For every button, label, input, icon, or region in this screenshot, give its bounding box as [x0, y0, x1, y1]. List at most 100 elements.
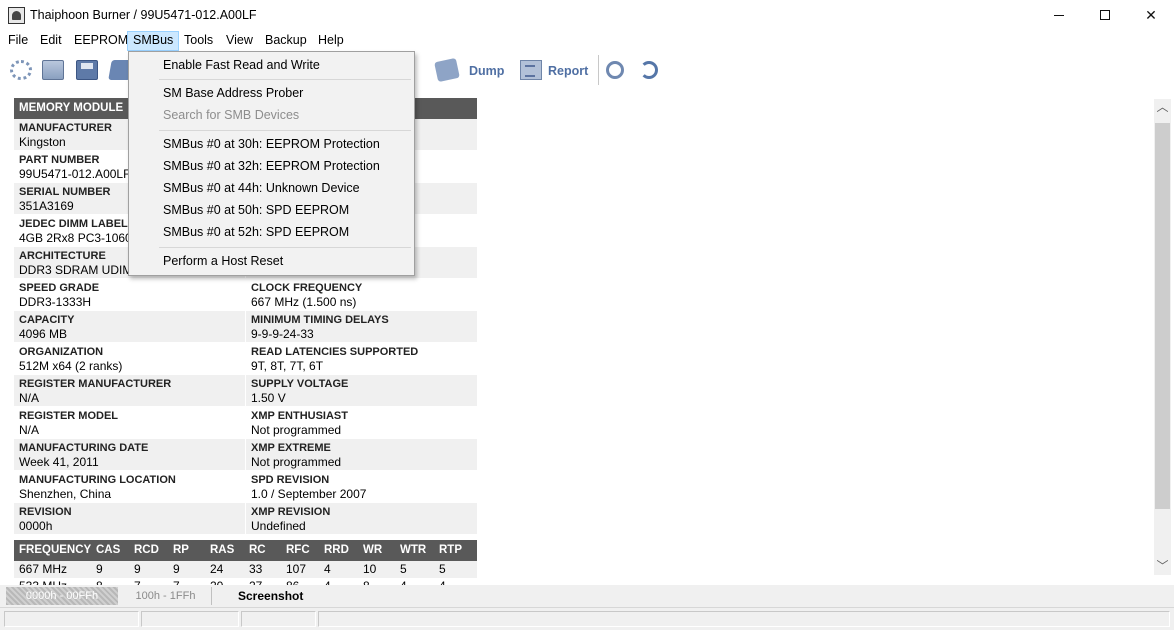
spd-cell-left: REVISION 0000h — [14, 503, 245, 535]
table-cell: 33 — [249, 562, 263, 576]
scroll-up-icon[interactable]: ︿ — [1154, 99, 1171, 116]
table-cell: 5 — [400, 562, 407, 576]
refresh-icon[interactable] — [640, 61, 658, 79]
spd-cell-left: SPEED GRADE DDR3-1333H — [14, 279, 245, 311]
save-icon[interactable] — [76, 60, 98, 80]
field-label: XMP ENTHUSIAST — [251, 410, 348, 422]
menu-item-host-reset[interactable]: Perform a Host Reset — [131, 250, 412, 272]
menu-help[interactable]: Help — [313, 31, 349, 51]
field-value: 512M x64 (2 ranks) — [19, 359, 123, 373]
app-logo-icon[interactable] — [8, 7, 25, 24]
dump-button[interactable]: Dump — [469, 64, 504, 78]
field-value: 0000h — [19, 519, 53, 533]
menu-smbus[interactable]: SMBus — [127, 31, 180, 51]
field-value: Shenzhen, China — [19, 487, 112, 501]
field-label: READ LATENCIES SUPPORTED — [251, 346, 419, 358]
table-cell: 7 — [173, 578, 180, 585]
field-value: 667 MHz (1.500 ns) — [251, 295, 357, 309]
table-cell: 8 — [96, 578, 103, 585]
spd-cell-left: CAPACITY 4096 MB — [14, 311, 245, 343]
field-value: 4096 MB — [19, 327, 68, 341]
spd-cell-left: REGISTER MODEL N/A — [14, 407, 245, 439]
menu-edit[interactable]: Edit — [35, 31, 67, 51]
menu-item-smbus-44h[interactable]: SMBus #0 at 44h: Unknown Device — [131, 177, 412, 199]
field-label: MANUFACTURING DATE — [19, 442, 149, 454]
menu-item-enable-fast-rw[interactable]: Enable Fast Read and Write — [131, 54, 412, 76]
menu-separator — [159, 130, 411, 131]
menu-separator — [159, 79, 411, 80]
field-label: REGISTER MANUFACTURER — [19, 378, 172, 390]
menu-eeprom[interactable]: EEPROM — [69, 31, 133, 51]
table-row: SPEED GRADE DDR3-1333H CLOCK FREQUENCY 667 … — [14, 279, 477, 311]
menu-item-smbus-32h[interactable]: SMBus #0 at 32h: EEPROM Protection — [131, 155, 412, 177]
table-cell: 20 — [210, 578, 223, 585]
table-row: CAPACITY 4096 MB MINIMUM TIMING DELAYS 9-9-… — [14, 311, 477, 343]
menu-item-sm-base-address-prober[interactable]: SM Base Address Prober — [131, 82, 412, 104]
field-label: MINIMUM TIMING DELAYS — [251, 314, 389, 326]
column-header: WR — [363, 544, 383, 556]
column-header: RC — [249, 544, 266, 556]
close-button[interactable]: ✕ — [1128, 0, 1174, 30]
menu-view[interactable]: View — [221, 31, 258, 51]
column-header: FREQUENCY — [19, 544, 92, 556]
report-icon[interactable] — [520, 60, 542, 80]
minimize-button[interactable] — [1036, 0, 1082, 30]
frequency-table-header: FREQUENCY CAS RCD RP RAS RC RFC RRD WR WTR RTP — [14, 540, 477, 561]
field-label: REGISTER MODEL — [19, 410, 119, 422]
smbus-dropdown-menu: Enable Fast Read and Write SM Base Addre… — [128, 51, 415, 276]
field-label: MANUFACTURING LOCATION — [19, 474, 176, 486]
field-value: 9T, 8T, 7T, 6T — [251, 359, 324, 373]
scrollbar-thumb[interactable] — [1155, 123, 1170, 509]
scroll-down-icon[interactable]: ﹀ — [1154, 558, 1171, 575]
table-cell: 107 — [286, 562, 307, 576]
status-pane — [241, 611, 316, 627]
field-label: CAPACITY — [19, 314, 75, 326]
field-value: 1.50 V — [251, 391, 286, 405]
maximize-button[interactable] — [1082, 0, 1128, 30]
table-row: REGISTER MODEL N/A XMP ENTHUSIAST Not progr… — [14, 407, 477, 439]
menu-bar: File Edit EEPROM SMBus Tools View Backup… — [0, 30, 1174, 51]
table-cell: 9 — [134, 562, 141, 576]
field-value: DDR3-1333H — [19, 295, 92, 309]
open-folder-icon[interactable] — [42, 60, 64, 80]
column-header: RCD — [134, 544, 159, 556]
spd-cell-right: SUPPLY VOLTAGE 1.50 V — [246, 375, 477, 407]
table-cell: 86 — [286, 578, 299, 585]
field-label: REVISION — [19, 506, 72, 518]
menu-item-smbus-52h[interactable]: SMBus #0 at 52h: SPD EEPROM — [131, 221, 412, 243]
minimize-icon — [1054, 14, 1064, 16]
field-value: Undefined — [251, 519, 306, 533]
table-cell: 5 — [439, 562, 446, 576]
report-button[interactable]: Report — [548, 64, 588, 78]
spd-cell-right: XMP EXTREME Not programmed — [246, 439, 477, 471]
menu-item-search-smb-devices: Search for SMB Devices — [163, 108, 300, 122]
field-value: Week 41, 2011 — [19, 455, 99, 469]
field-value: 9-9-9-24-33 — [251, 327, 314, 341]
menu-item-smbus-30h[interactable]: SMBus #0 at 30h: EEPROM Protection — [131, 133, 412, 155]
menu-tools[interactable]: Tools — [179, 31, 218, 51]
search-icon[interactable] — [606, 61, 624, 79]
maximize-icon — [1100, 10, 1110, 20]
status-pane — [4, 611, 139, 627]
spd-cell-right: XMP ENTHUSIAST Not programmed — [246, 407, 477, 439]
status-bar — [0, 607, 1174, 630]
column-header: RAS — [210, 544, 235, 556]
menu-file[interactable]: File — [3, 31, 33, 51]
dump-icon[interactable] — [434, 57, 460, 83]
tab-screenshot[interactable]: Screenshot — [230, 587, 311, 605]
field-label: SPEED GRADE — [19, 282, 100, 294]
table-cell: 4 — [324, 578, 331, 585]
tab-page-1[interactable]: 100h - 1FFh — [120, 587, 212, 605]
column-header: RP — [173, 544, 189, 556]
field-label: SPD REVISION — [251, 474, 330, 486]
field-label: ORGANIZATION — [19, 346, 104, 358]
field-label: SUPPLY VOLTAGE — [251, 378, 349, 390]
table-cell: 8 — [363, 578, 370, 585]
settings-icon[interactable] — [10, 60, 32, 80]
menu-item-smbus-50h[interactable]: SMBus #0 at 50h: SPD EEPROM — [131, 199, 412, 221]
tab-page-0[interactable]: 0000h - 00FFh — [6, 587, 118, 605]
vertical-scrollbar[interactable]: ︿ ﹀ — [1154, 99, 1171, 575]
table-cell: 27 — [249, 578, 262, 585]
menu-backup[interactable]: Backup — [260, 31, 312, 51]
column-header: RRD — [324, 544, 349, 556]
